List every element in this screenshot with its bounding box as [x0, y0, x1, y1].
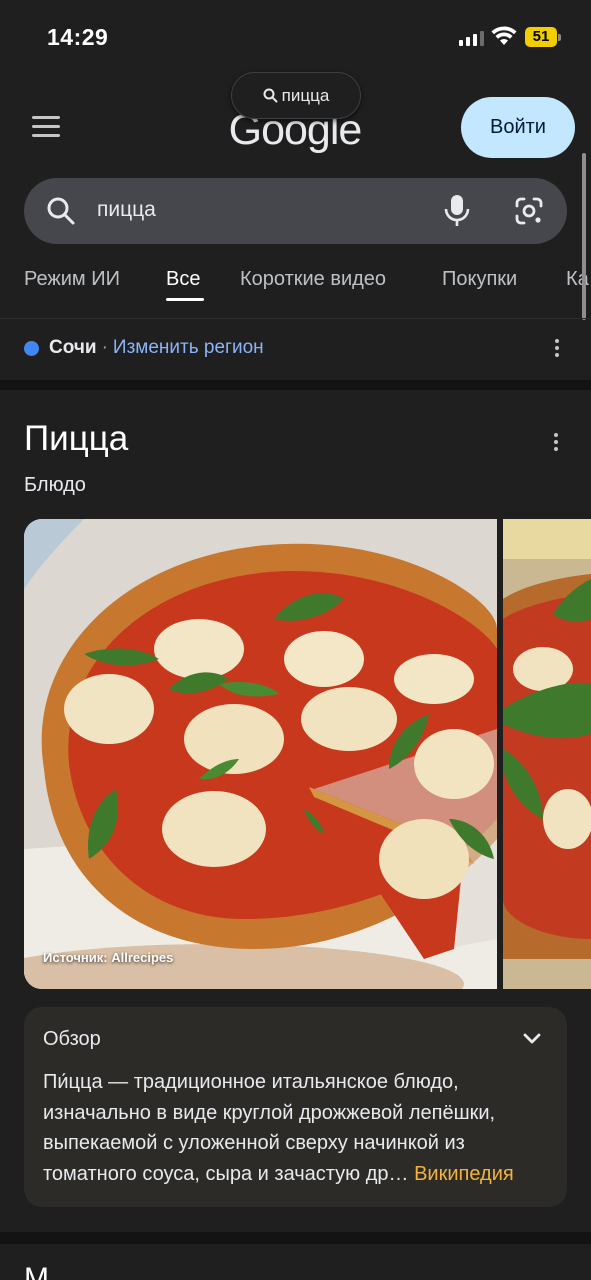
location-dot-icon: [24, 340, 39, 356]
wikipedia-link[interactable]: Википедия: [414, 1163, 514, 1185]
search-icon: [47, 197, 75, 225]
pizza-image-drawing: [24, 519, 497, 989]
overview-text: Пи́цца — традиционное итальянское блюдо,…: [43, 1067, 553, 1189]
active-tab-indicator: [166, 298, 204, 301]
overview-card[interactable]: Обзор Пи́цца — традиционное итальянское …: [24, 1007, 567, 1207]
cellular-signal-icon: [459, 30, 484, 46]
scrollbar[interactable]: [582, 153, 586, 320]
chevron-down-icon[interactable]: [522, 1029, 542, 1049]
tab-short-videos[interactable]: Короткие видео: [240, 268, 386, 291]
search-query: пицца: [97, 198, 156, 221]
image-source-caption[interactable]: Источник: Allrecipes: [43, 950, 173, 965]
location-more-icon[interactable]: [554, 337, 560, 359]
tab-ai-mode[interactable]: Режим ИИ: [24, 268, 120, 291]
location-bar: Сочи · Изменить регион: [24, 335, 264, 361]
tab-all[interactable]: Все: [166, 268, 200, 291]
battery-icon: 51: [525, 27, 561, 47]
pizza-image-main[interactable]: [24, 519, 497, 989]
login-button[interactable]: Войти: [461, 97, 575, 158]
location-city: Сочи: [49, 337, 97, 358]
battery-level: 51: [532, 28, 550, 45]
search-input[interactable]: пицца: [24, 178, 567, 244]
knowledge-panel-title: Пицца: [24, 419, 129, 458]
overview-title: Обзор: [43, 1028, 101, 1050]
location-separator: ·: [101, 337, 108, 358]
search-icon: [263, 88, 278, 103]
knowledge-panel-subtitle: Блюдо: [24, 474, 86, 496]
pizza-image-secondary-drawing: [503, 519, 591, 989]
knowledge-panel-more-icon[interactable]: [553, 431, 559, 453]
section-separator: [0, 1232, 591, 1244]
divider: [0, 318, 591, 319]
pizza-image-secondary[interactable]: [503, 519, 591, 989]
search-tabs: Режим ИИ Все Короткие видео Покупки Ка: [0, 258, 591, 318]
google-lens-icon[interactable]: [514, 196, 544, 226]
hamburger-menu-icon[interactable]: [32, 116, 60, 138]
status-bar: 14:29 51: [0, 0, 591, 74]
status-time: 14:29: [47, 24, 109, 50]
pill-query: пицца: [281, 85, 330, 105]
microphone-icon[interactable]: [444, 194, 470, 228]
tab-shopping[interactable]: Покупки: [442, 268, 517, 291]
next-section-title: М: [24, 1262, 49, 1280]
wifi-icon: [491, 26, 517, 45]
section-separator: [0, 380, 591, 390]
change-region-link[interactable]: Изменить регион: [113, 337, 264, 359]
scroll-search-pill[interactable]: пицца: [231, 72, 361, 119]
